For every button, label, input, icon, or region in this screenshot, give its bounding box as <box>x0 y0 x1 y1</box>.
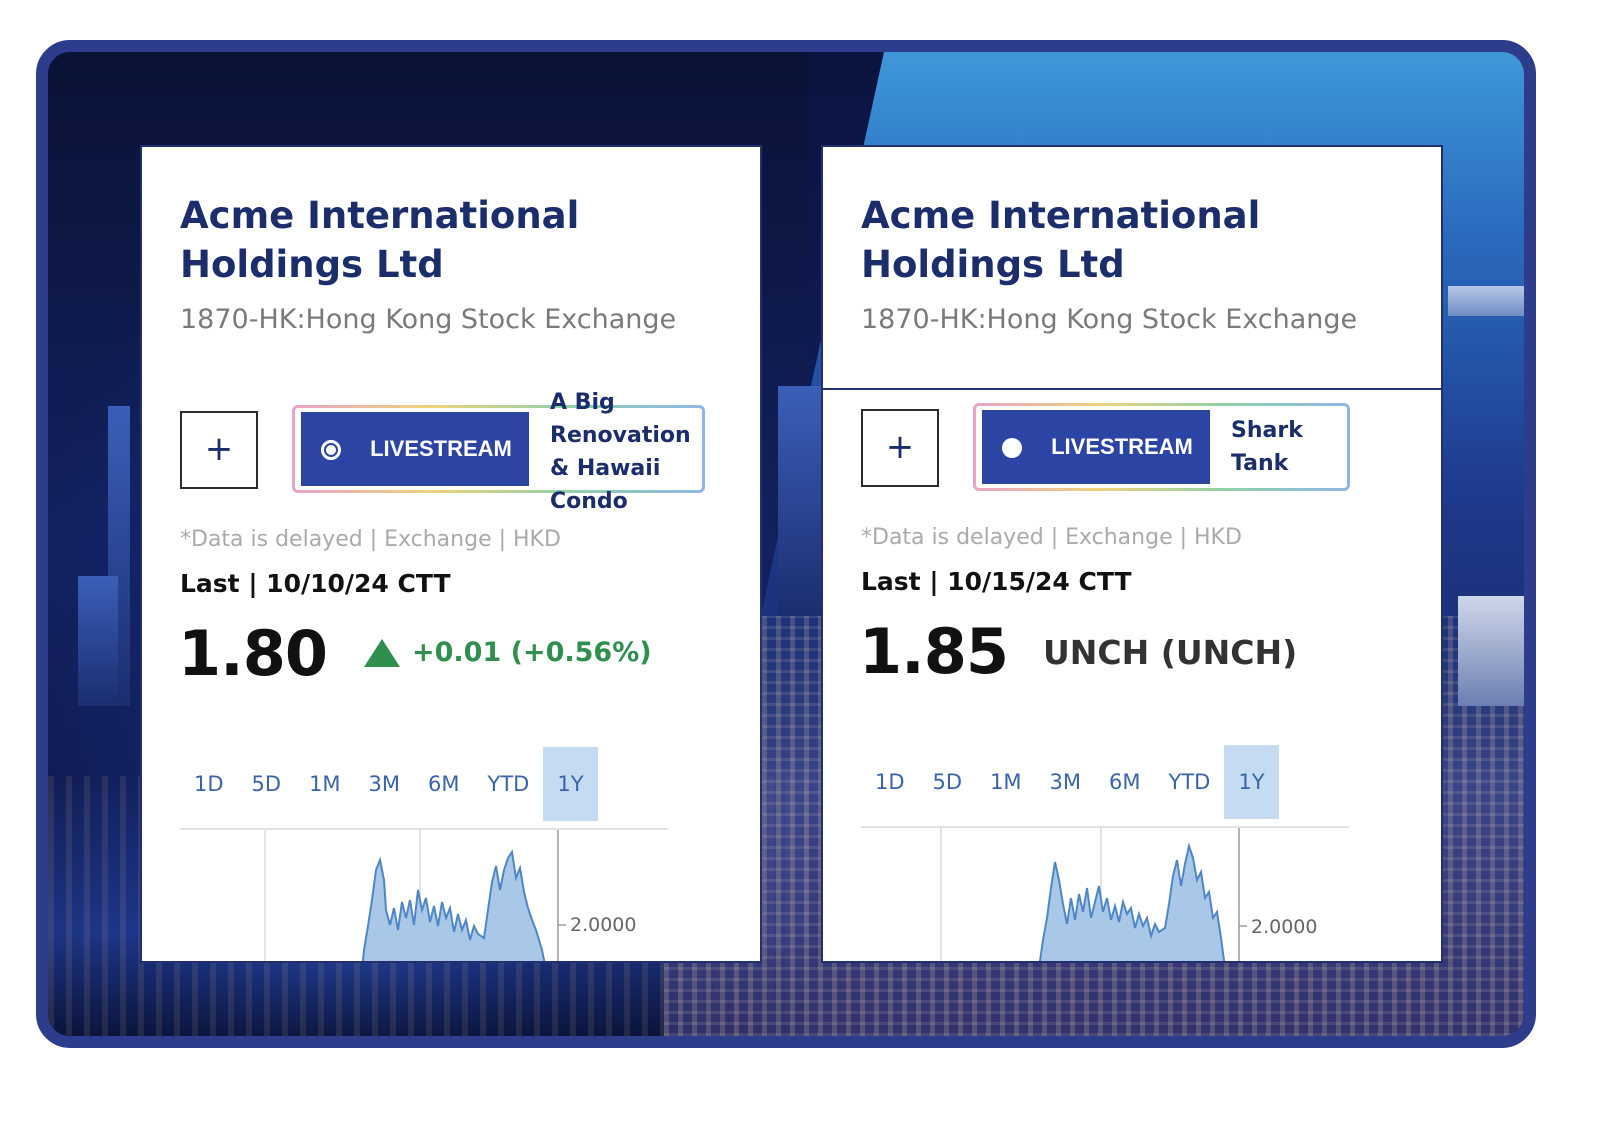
time-range-tabs: 1D 5D 1M 3M 6M YTD 1Y <box>861 745 1279 819</box>
tab-1y[interactable]: 1Y <box>1224 745 1279 819</box>
company-name: Acme International Holdings Ltd <box>861 194 1261 286</box>
chart-area <box>361 849 546 961</box>
price-chart: 2.0000 <box>264 830 636 961</box>
building-left <box>78 576 118 706</box>
last-trade-date: Last | 10/15/24 CTT <box>861 567 1132 596</box>
price-change: UNCH (UNCH) <box>1043 633 1298 672</box>
tab-1m[interactable]: 1M <box>295 747 354 821</box>
livestream-label: LIVESTREAM <box>1051 434 1193 459</box>
chart-area <box>1038 842 1226 961</box>
time-range-tabs: 1D 5D 1M 3M 6M YTD 1Y <box>180 747 598 821</box>
data-delay-note: *Data is delayed | Exchange | HKD <box>180 527 561 552</box>
tab-5d[interactable]: 5D <box>238 747 296 821</box>
exchange-label: 1870-HK:Hong Kong Stock Exchange <box>861 304 1358 335</box>
tab-1y[interactable]: 1Y <box>543 747 598 821</box>
tab-5d[interactable]: 5D <box>919 745 977 819</box>
tab-1d[interactable]: 1D <box>861 745 919 819</box>
livestream-button[interactable]: LIVESTREAM <box>982 410 1210 484</box>
tab-3m[interactable]: 3M <box>1036 745 1095 819</box>
add-to-watchlist-button[interactable]: + <box>861 409 939 487</box>
price-chart: 2.0000 <box>940 828 1317 961</box>
chart-axis-label: 2.0000 <box>1251 916 1317 938</box>
stock-card-left: Acme International Holdings Ltd 1870-HK:… <box>140 145 762 963</box>
live-radio-icon <box>321 440 341 460</box>
price-change: +0.01 (+0.56%) <box>412 637 652 668</box>
livestream-button[interactable]: LIVESTREAM <box>301 412 529 486</box>
tab-6m[interactable]: 6M <box>414 747 473 821</box>
live-dot-icon <box>1002 438 1022 458</box>
tab-1m[interactable]: 1M <box>976 745 1035 819</box>
tab-6m[interactable]: 6M <box>1095 745 1154 819</box>
data-delay-note: *Data is delayed | Exchange | HKD <box>861 525 1242 550</box>
tab-ytd[interactable]: YTD <box>1155 745 1225 819</box>
livestream-banner[interactable]: LIVESTREAM Shark Tank <box>973 403 1350 491</box>
chart-axis-label: 2.0000 <box>570 914 636 936</box>
tab-1d[interactable]: 1D <box>180 747 238 821</box>
stock-card-right: Acme International Holdings Ltd 1870-HK:… <box>821 145 1443 963</box>
building-right-far <box>1448 286 1524 316</box>
tab-ytd[interactable]: YTD <box>474 747 544 821</box>
company-name: Acme International Holdings Ltd <box>180 194 580 286</box>
exchange-label: 1870-HK:Hong Kong Stock Exchange <box>180 304 677 335</box>
livestream-topic[interactable]: A Big Renovation & Hawaii Condo <box>550 386 700 518</box>
building-right <box>1458 596 1524 706</box>
add-to-watchlist-button[interactable]: + <box>180 411 258 489</box>
tab-3m[interactable]: 3M <box>355 747 414 821</box>
livestream-label: LIVESTREAM <box>370 436 512 461</box>
section-divider <box>823 388 1441 390</box>
livestream-topic[interactable]: Shark Tank <box>1231 414 1341 480</box>
stock-price: 1.85 <box>859 615 1009 688</box>
up-arrow-icon <box>364 639 400 667</box>
last-trade-date: Last | 10/10/24 CTT <box>180 569 451 598</box>
livestream-banner[interactable]: LIVESTREAM A Big Renovation & Hawaii Con… <box>292 390 705 514</box>
stock-price: 1.80 <box>178 617 328 690</box>
